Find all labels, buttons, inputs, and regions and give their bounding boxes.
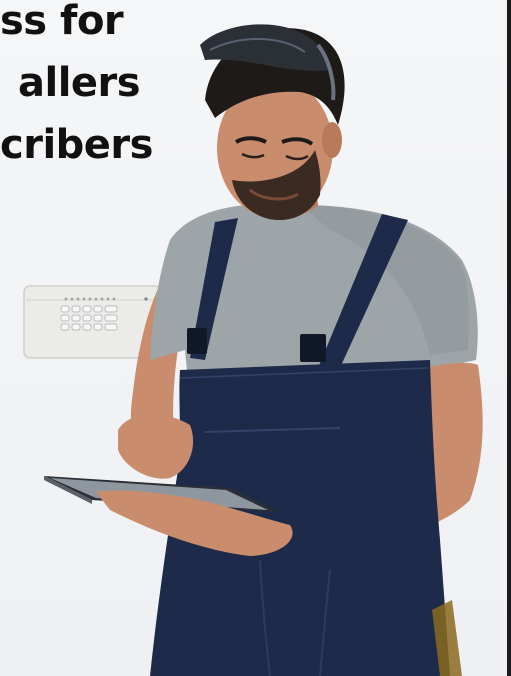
ad-banner: ss for allers cribers <box>0 0 511 676</box>
installer-photo <box>23 24 483 676</box>
